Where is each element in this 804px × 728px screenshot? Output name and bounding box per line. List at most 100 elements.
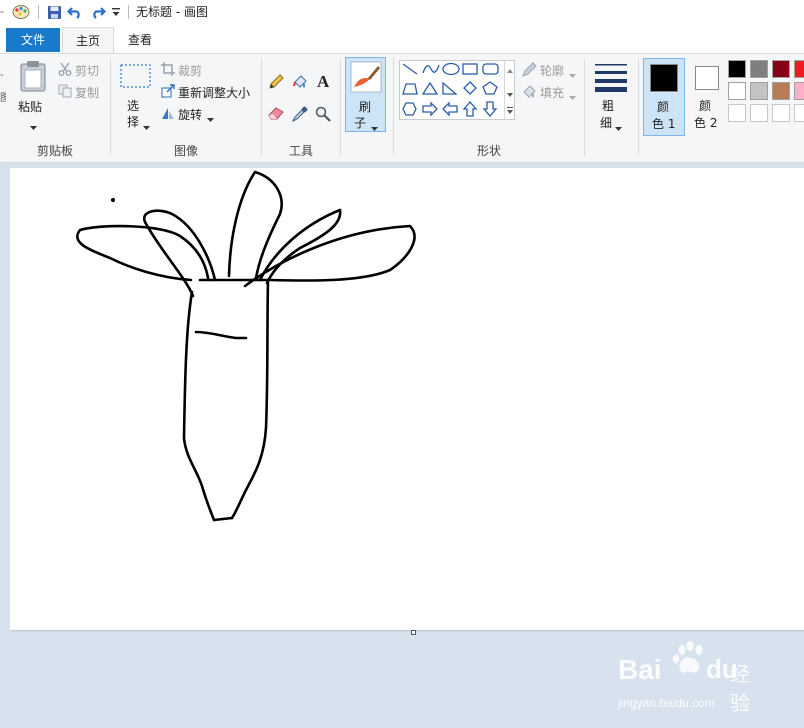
palette-swatch[interactable]: [728, 82, 746, 100]
shapes-gallery-icons[interactable]: [400, 61, 514, 119]
svg-text:图: 图: [0, 92, 6, 104]
palette-swatch[interactable]: [728, 60, 746, 78]
palette-swatch[interactable]: [750, 82, 768, 100]
window-title: 无标题 - 画图: [136, 5, 208, 19]
brushes-button[interactable]: 刷 子: [345, 57, 386, 132]
brushes-label-line1: 刷: [359, 100, 372, 114]
palette-swatch[interactable]: [794, 82, 804, 100]
color1-swatch: [650, 64, 678, 92]
palette-swatch[interactable]: [772, 82, 790, 100]
tab-home[interactable]: 主页: [62, 27, 114, 55]
save-icon[interactable]: [45, 3, 63, 21]
canvas-resize-handle[interactable]: [411, 630, 416, 635]
image-group-label: 图像: [173, 144, 198, 158]
ribbon-tab-bar: 文件 主页 查看: [0, 25, 804, 55]
shapes-gallery: [399, 60, 515, 120]
outline-icon: [521, 62, 537, 81]
resize-icon: [161, 84, 175, 101]
ribbon: -图 粘贴 剪切 复制 剪贴板 选 择 裁剪 重新调整大小 旋转 图像 A 工具…: [0, 53, 804, 163]
title-separator: [38, 5, 39, 19]
undo-icon[interactable]: [66, 3, 84, 21]
size-dropdown-arrow-icon: [615, 121, 622, 135]
collapsed-panel-edge: -图: [0, 54, 10, 124]
crop-icon: [161, 62, 175, 79]
palette-swatch[interactable]: [728, 104, 746, 122]
select-button[interactable]: 选 择: [117, 60, 155, 134]
fill-bucket-icon[interactable]: [292, 74, 308, 93]
watermark-url: jingyan.baidu.com: [618, 696, 715, 710]
color1-label-line1: 颜: [657, 100, 670, 114]
customize-quick-access-icon[interactable]: [110, 3, 122, 21]
system-menu-edge: -: [0, 3, 6, 21]
color2-label-line2: 色 2: [694, 116, 718, 130]
palette-swatch[interactable]: [772, 104, 790, 122]
clipboard-group-label: 剪贴板: [36, 144, 73, 158]
fill-dropdown-arrow-icon: [569, 90, 576, 104]
paste-button[interactable]: 粘贴: [12, 58, 54, 134]
watermark-brand: Bai: [618, 654, 662, 685]
outline-button[interactable]: 轮廓: [540, 62, 564, 79]
svg-text:-: -: [0, 70, 4, 81]
group-separator: [584, 58, 585, 156]
color1-button[interactable]: 颜 色 1: [643, 58, 685, 136]
text-tool-icon[interactable]: A: [315, 72, 333, 93]
size-button[interactable]: 粗 细: [590, 58, 634, 132]
drawing-canvas[interactable]: [10, 168, 804, 630]
eraser-icon[interactable]: [268, 106, 285, 123]
color2-swatch: [695, 66, 719, 90]
select-dropdown-arrow-icon: [143, 120, 150, 134]
copy-button[interactable]: 复制: [75, 84, 99, 101]
cut-button[interactable]: 剪切: [75, 62, 99, 79]
color2-button[interactable]: 颜 色 2: [689, 58, 725, 136]
paste-dropdown-arrow-icon: [30, 120, 37, 134]
group-separator: [340, 58, 341, 156]
palette-swatch[interactable]: [750, 60, 768, 78]
tab-file[interactable]: 文件: [6, 28, 60, 52]
palette-swatch[interactable]: [794, 104, 804, 122]
image-group: 选 择 裁剪 重新调整大小 旋转 图像: [111, 54, 261, 162]
baidu-watermark: Bai du 经验 jingyan.baidu.com: [618, 640, 768, 720]
color2-label-line1: 颜: [699, 99, 712, 113]
brushes-dropdown-arrow-icon: [371, 121, 378, 135]
copy-icon: [58, 84, 72, 101]
magnifier-icon[interactable]: [315, 106, 331, 125]
select-label-line1: 选: [127, 99, 140, 113]
resize-button[interactable]: 重新调整大小: [178, 84, 250, 101]
line-size-icon: [594, 62, 628, 95]
color-palette: [728, 60, 804, 126]
crop-button[interactable]: 裁剪: [178, 62, 202, 79]
tools-group-label: 工具: [288, 144, 313, 158]
fill-button[interactable]: 填充: [540, 84, 564, 101]
rotate-dropdown-arrow-icon: [207, 112, 214, 126]
fill-icon: [521, 84, 537, 103]
select-rectangle-icon: [120, 64, 152, 93]
color1-label-line2: 色 1: [652, 117, 676, 131]
title-bar: - 无标题 - 画图: [0, 0, 804, 25]
paint-app-icon[interactable]: [11, 3, 31, 21]
paste-label: 粘贴: [18, 100, 43, 114]
title-separator: [128, 5, 129, 19]
scissors-icon: [58, 62, 72, 79]
palette-swatch[interactable]: [794, 60, 804, 78]
shapes-group: 轮廓 填充 形状: [394, 54, 584, 162]
rotate-icon: [161, 106, 175, 123]
watermark-jingyan: 经验: [730, 662, 750, 715]
svg-text:-: -: [0, 5, 4, 18]
clipboard-group: -图 粘贴 剪切 复制 剪贴板: [0, 54, 110, 162]
drawing-strokes: [76, 170, 416, 522]
shapes-gallery-scrollbar[interactable]: [504, 61, 515, 119]
size-label-line2: 细: [600, 116, 613, 130]
rotate-button[interactable]: 旋转: [178, 106, 202, 123]
palette-swatch[interactable]: [750, 104, 768, 122]
tab-view[interactable]: 查看: [116, 27, 164, 53]
paste-icon: [19, 60, 47, 95]
pencil-icon[interactable]: [268, 74, 284, 93]
redo-icon[interactable]: [89, 3, 107, 21]
brush-icon: [350, 61, 382, 96]
color-picker-icon[interactable]: [291, 106, 308, 125]
palette-swatch[interactable]: [772, 60, 790, 78]
svg-text:A: A: [317, 72, 330, 90]
group-separator: [638, 58, 639, 156]
shapes-group-label: 形状: [476, 144, 501, 158]
outline-dropdown-arrow-icon: [569, 68, 576, 82]
